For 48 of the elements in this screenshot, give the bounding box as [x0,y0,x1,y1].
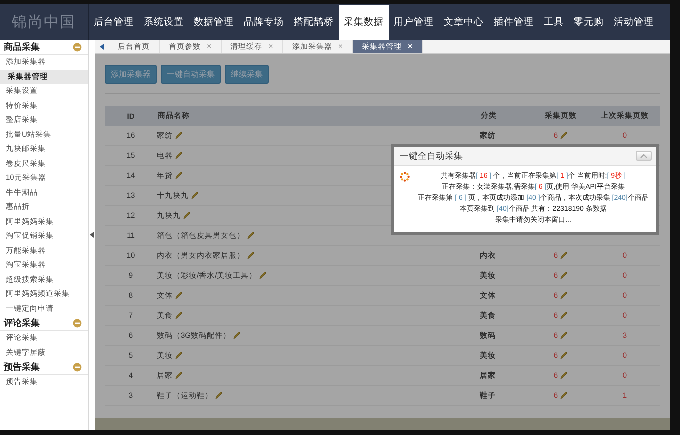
pencil-icon[interactable] [175,151,183,160]
nav-tab[interactable]: 文章中心 [439,4,489,40]
nav-tab[interactable]: 采集数据 [339,5,389,40]
pencil-icon[interactable] [259,271,268,280]
pencil-icon[interactable] [560,331,568,340]
scroll-left-icon[interactable] [100,44,104,50]
pencil-icon[interactable] [233,331,242,340]
nav-tab[interactable]: 活动管理 [609,4,659,40]
sidebar-group-title[interactable]: 预告采集 [4,360,40,374]
collapse-icon[interactable] [73,362,82,372]
pencil-icon[interactable] [175,291,183,300]
pencil-icon[interactable] [560,391,568,400]
pencil-icon[interactable] [560,351,568,360]
chevron-icon [640,153,648,159]
pencil-icon[interactable] [560,251,568,260]
close-icon[interactable]: × [408,42,413,51]
pencil-icon[interactable] [183,211,191,220]
pencil-icon[interactable] [191,191,199,200]
pencil-icon[interactable] [247,251,255,260]
collapse-arrow-icon[interactable] [90,232,94,238]
sidebar-group-title[interactable]: 商品采集 [4,40,40,54]
pencil-icon[interactable] [560,271,568,280]
nav-tab[interactable]: 插件管理 [489,4,539,40]
pencil-icon[interactable] [175,371,183,380]
nav-tab[interactable]: 系统设置 [139,4,189,40]
nav-tab[interactable]: 零元购 [569,4,609,40]
loading-spinner-icon [400,172,410,182]
pencil-icon[interactable] [175,351,183,360]
pencil-icon[interactable] [175,131,183,140]
pencil-icon[interactable] [560,371,568,380]
nav-tab[interactable]: 品牌专场 [239,4,289,40]
sidebar-group-title[interactable]: 评论采集 [4,316,40,330]
nav-tab[interactable]: 数据管理 [189,4,239,40]
nav-tab[interactable]: 工具 [539,4,569,40]
pencil-icon[interactable] [175,171,183,180]
close-button[interactable] [636,151,652,161]
pencil-icon[interactable] [175,311,183,320]
nav-tab[interactable]: 用户管理 [389,4,439,40]
pencil-icon[interactable] [247,231,255,240]
pencil-icon[interactable] [560,311,568,320]
collapse-icon[interactable] [73,318,82,328]
pencil-icon[interactable] [215,391,223,400]
pencil-icon[interactable] [560,291,568,300]
pencil-icon[interactable] [560,131,568,140]
collapse-icon[interactable] [73,42,82,52]
nav-tab[interactable]: 后台管理 [89,4,139,40]
dialog-title: 一键全自动采集 [400,150,463,162]
nav-tab[interactable]: 搭配鹊桥 [289,4,339,40]
